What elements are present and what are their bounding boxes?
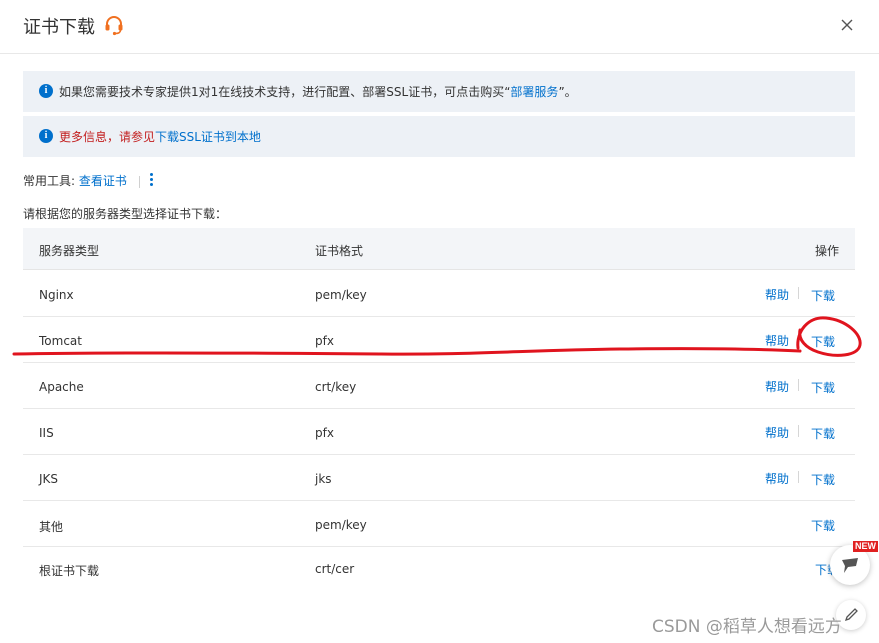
common-tools: 常用工具: 查看证书 <box>23 172 146 189</box>
dialog-title: 证书下载 <box>23 17 95 38</box>
download-link[interactable]: 下载 <box>811 425 835 442</box>
header-cert-format: 证书格式 <box>315 244 364 258</box>
divider <box>798 333 799 345</box>
server-type: IIS <box>39 426 54 440</box>
more-vertical-icon[interactable] <box>146 171 156 189</box>
info-icon: i <box>39 84 53 98</box>
dialog-header: 证书下载 <box>0 0 879 54</box>
server-type: Nginx <box>39 288 74 302</box>
help-link[interactable]: 帮助 <box>765 378 789 395</box>
tools-label: 常用工具: <box>23 174 76 188</box>
server-type: Tomcat <box>39 334 82 348</box>
cert-format: crt/key <box>315 380 357 394</box>
service-notice: i 如果您需要技术专家提供1对1在线技术支持，进行配置、部署SSL证书，可点击购… <box>23 71 855 112</box>
table-row: 根证书下载 crt/cer 下载 <box>23 547 855 593</box>
table-row: 其他 pem/key 下载 <box>23 501 855 547</box>
notice-message: 如果您需要技术专家提供1对1在线技术支持，进行配置、部署SSL证书，可点击购买“ <box>59 85 511 99</box>
download-link[interactable]: 下载 <box>811 287 835 304</box>
help-link[interactable]: 帮助 <box>765 332 789 349</box>
info-icon: i <box>39 129 53 143</box>
divider <box>138 175 140 188</box>
divider <box>798 287 799 299</box>
notice-suffix: ”。 <box>558 85 577 99</box>
help-link[interactable]: 帮助 <box>765 424 789 441</box>
download-link[interactable]: 下载 <box>811 517 835 534</box>
headset-support-icon[interactable] <box>103 14 125 36</box>
header-actions: 操作 <box>815 244 840 258</box>
table-row: Apache crt/key 帮助 下载 <box>23 363 855 409</box>
notice-message: 更多信息，请参见 <box>59 130 156 144</box>
cert-format: pem/key <box>315 288 367 302</box>
server-type: Apache <box>39 380 84 394</box>
server-type: 其他 <box>39 520 64 534</box>
notice-text: 更多信息，请参见下载SSL证书到本地 <box>59 128 261 145</box>
select-server-hint: 请根据您的服务器类型选择证书下载： <box>23 207 228 221</box>
new-badge: NEW <box>853 541 878 552</box>
cert-format: crt/cer <box>315 562 355 576</box>
server-type: 根证书下载 <box>39 564 100 578</box>
table-row: JKS jks 帮助 下载 <box>23 455 855 501</box>
download-link[interactable]: 下载 <box>811 471 835 488</box>
notice-text: 如果您需要技术专家提供1对1在线技术支持，进行配置、部署SSL证书，可点击购买“… <box>59 83 577 100</box>
cert-format: pem/key <box>315 518 367 532</box>
server-type: JKS <box>39 472 59 486</box>
cert-format: pfx <box>315 426 334 440</box>
download-link[interactable]: 下载 <box>811 333 835 350</box>
close-icon[interactable] <box>837 15 857 35</box>
deploy-service-link[interactable]: 部署服务 <box>510 85 558 99</box>
cert-format: pfx <box>315 334 334 348</box>
divider <box>798 471 799 483</box>
help-link[interactable]: 帮助 <box>765 470 789 487</box>
view-certificate-link[interactable]: 查看证书 <box>79 174 127 188</box>
watermark: CSDN @稻草人想看远方 <box>652 617 842 637</box>
table-row: IIS pfx 帮助 下载 <box>23 409 855 455</box>
more-info-notice: i 更多信息，请参见下载SSL证书到本地 <box>23 116 855 157</box>
help-link[interactable]: 帮助 <box>765 286 789 303</box>
download-ssl-guide-link[interactable]: 下载SSL证书到本地 <box>155 130 261 144</box>
table-row: Nginx pem/key 帮助 下载 <box>23 271 855 317</box>
table-row: Tomcat pfx 帮助 下载 <box>23 317 855 363</box>
divider <box>798 425 799 437</box>
download-link[interactable]: 下载 <box>811 379 835 396</box>
divider <box>798 379 799 391</box>
table-header: 服务器类型 证书格式 操作 <box>23 228 855 270</box>
cert-format: jks <box>315 472 332 486</box>
header-server-type: 服务器类型 <box>39 244 100 258</box>
